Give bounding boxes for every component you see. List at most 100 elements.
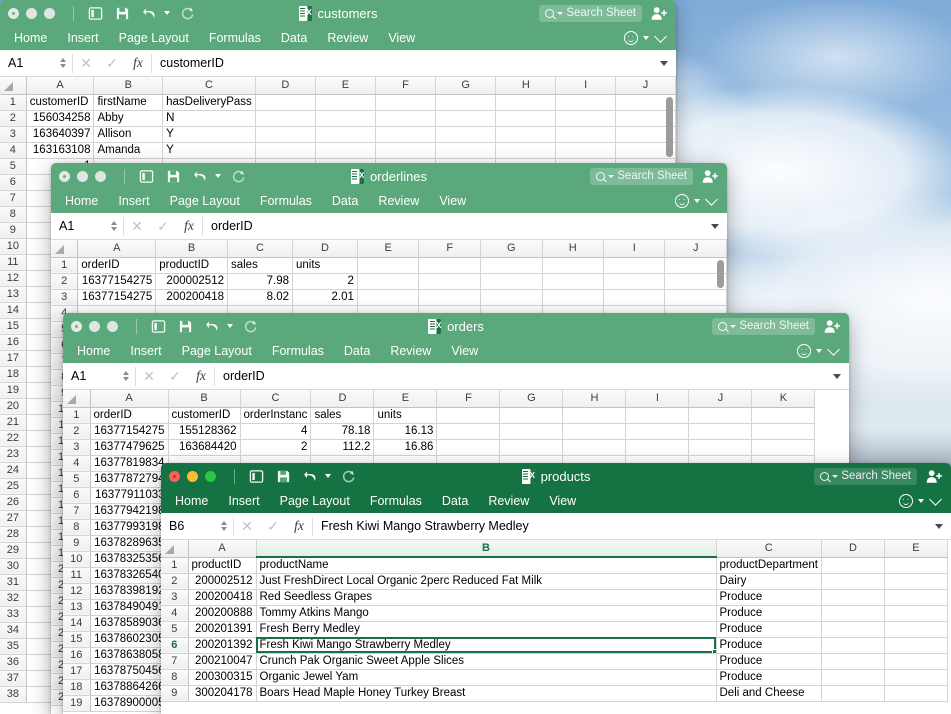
cell-D4[interactable] bbox=[821, 605, 884, 621]
formula-expand-icon[interactable] bbox=[833, 374, 841, 379]
cell-G3[interactable] bbox=[480, 289, 542, 305]
table-row[interactable]: 1productIDproductNameproductDepartment bbox=[161, 557, 947, 573]
row-header-7[interactable]: 7 bbox=[161, 653, 188, 669]
cell-A11[interactable]: 16378326540 bbox=[90, 567, 168, 583]
cell-D2[interactable]: 78.18 bbox=[311, 423, 374, 439]
select-all-corner[interactable] bbox=[63, 390, 90, 407]
column-header-H[interactable]: H bbox=[496, 77, 556, 94]
column-header-F[interactable]: F bbox=[437, 390, 500, 407]
cell-A9[interactable]: 300204178 bbox=[188, 685, 256, 701]
cell-A13[interactable]: 16378490491 bbox=[90, 599, 168, 615]
table-row[interactable]: 9300204178Boars Head Maple Honey Turkey … bbox=[161, 685, 947, 701]
cell-D1[interactable]: units bbox=[293, 257, 358, 273]
cell-H1[interactable] bbox=[542, 257, 604, 273]
save-icon[interactable] bbox=[176, 317, 195, 336]
cell-A6[interactable]: 16377911033 bbox=[90, 487, 168, 503]
undo-icon[interactable] bbox=[203, 317, 222, 336]
row-header-15[interactable]: 15 bbox=[0, 318, 26, 334]
confirm-entry-icon[interactable]: ✓ bbox=[260, 518, 286, 535]
row-header-33[interactable]: 33 bbox=[0, 606, 26, 622]
tab-view[interactable]: View bbox=[429, 194, 476, 208]
row-header-8[interactable]: 8 bbox=[0, 206, 26, 222]
maximize-button[interactable] bbox=[95, 171, 106, 182]
ribbon-collapse-icon[interactable] bbox=[929, 493, 942, 506]
cell-E1[interactable]: units bbox=[374, 407, 437, 423]
row-header-17[interactable]: 17 bbox=[63, 663, 90, 679]
cell-I3[interactable] bbox=[556, 126, 616, 142]
row-header-1[interactable]: 1 bbox=[161, 557, 188, 573]
cancel-entry-icon[interactable]: ✕ bbox=[73, 55, 99, 72]
cell-F4[interactable] bbox=[376, 142, 436, 158]
tab-insert[interactable]: Insert bbox=[108, 194, 159, 208]
row-header-3[interactable]: 3 bbox=[0, 126, 26, 142]
name-box-stepper[interactable] bbox=[111, 221, 117, 231]
undo-icon[interactable] bbox=[140, 4, 159, 23]
cell-B2[interactable]: 155128362 bbox=[168, 423, 240, 439]
column-header-D[interactable]: D bbox=[311, 390, 374, 407]
row-header-14[interactable]: 14 bbox=[0, 302, 26, 318]
cell-B1[interactable]: productName bbox=[256, 557, 716, 573]
window-controls-customers[interactable] bbox=[8, 8, 55, 19]
cell-F1[interactable] bbox=[376, 94, 436, 110]
cell-I3[interactable] bbox=[604, 289, 665, 305]
cell-G1[interactable] bbox=[500, 407, 563, 423]
row-header-3[interactable]: 3 bbox=[51, 289, 78, 305]
cell-B7[interactable]: Crunch Pak Organic Sweet Apple Slices bbox=[256, 653, 716, 669]
tab-review[interactable]: Review bbox=[368, 194, 429, 208]
insert-function-icon[interactable]: fx bbox=[176, 218, 202, 234]
row-header-6[interactable]: 6 bbox=[161, 637, 188, 653]
undo-icon[interactable] bbox=[301, 467, 320, 486]
share-add-user-icon[interactable] bbox=[824, 319, 841, 334]
tab-formulas[interactable]: Formulas bbox=[360, 494, 432, 508]
smiley-dropdown-icon[interactable] bbox=[816, 349, 822, 353]
close-button[interactable] bbox=[8, 8, 19, 19]
column-header-C[interactable]: C bbox=[716, 540, 821, 557]
row-header-22[interactable]: 22 bbox=[0, 430, 26, 446]
search-sheet-box-customers[interactable]: Search Sheet bbox=[539, 5, 642, 22]
column-header-G[interactable]: G bbox=[500, 390, 563, 407]
cell-A12[interactable]: 16378398192 bbox=[90, 583, 168, 599]
select-all-corner[interactable] bbox=[0, 77, 26, 94]
column-header-C[interactable]: C bbox=[240, 390, 311, 407]
cell-A18[interactable]: 16378864266 bbox=[90, 679, 168, 695]
column-header-E[interactable]: E bbox=[357, 240, 419, 257]
column-header-H[interactable]: H bbox=[563, 390, 626, 407]
name-box-orders[interactable]: A1 bbox=[63, 363, 135, 389]
cell-F2[interactable] bbox=[376, 110, 436, 126]
cell-A4[interactable]: 200200888 bbox=[188, 605, 256, 621]
cell-C8[interactable]: Produce bbox=[716, 669, 821, 685]
row-header-19[interactable]: 19 bbox=[0, 382, 26, 398]
insert-function-icon[interactable]: fx bbox=[125, 55, 151, 71]
row-header-20[interactable]: 20 bbox=[0, 398, 26, 414]
formula-expand-icon[interactable] bbox=[711, 224, 719, 229]
cell-I2[interactable] bbox=[626, 423, 689, 439]
column-header-A[interactable]: A bbox=[26, 77, 94, 94]
cell-B6[interactable]: Fresh Kiwi Mango Strawberry Medley bbox=[256, 637, 716, 653]
cell-F3[interactable] bbox=[419, 289, 481, 305]
cell-I1[interactable] bbox=[626, 407, 689, 423]
column-header-I[interactable]: I bbox=[556, 77, 616, 94]
cell-B3[interactable]: 200200418 bbox=[156, 289, 228, 305]
cell-E6[interactable] bbox=[884, 637, 947, 653]
smiley-dropdown-icon[interactable] bbox=[694, 199, 700, 203]
cell-A6[interactable]: 200201392 bbox=[188, 637, 256, 653]
cell-B8[interactable]: Organic Jewel Yam bbox=[256, 669, 716, 685]
cell-B3[interactable]: Red Seedless Grapes bbox=[256, 589, 716, 605]
row-header-5[interactable]: 5 bbox=[0, 158, 26, 174]
select-all-corner[interactable] bbox=[51, 240, 78, 257]
row-header-10[interactable]: 10 bbox=[63, 551, 90, 567]
undo-dropdown-icon[interactable] bbox=[227, 324, 233, 328]
vertical-scrollbar-orderlines[interactable] bbox=[717, 260, 724, 288]
column-header-D[interactable]: D bbox=[821, 540, 884, 557]
cell-H2[interactable] bbox=[542, 273, 604, 289]
cell-D1[interactable] bbox=[255, 94, 315, 110]
cell-E7[interactable] bbox=[884, 653, 947, 669]
column-header-D[interactable]: D bbox=[293, 240, 358, 257]
column-header-H[interactable]: H bbox=[542, 240, 604, 257]
search-dropdown-icon[interactable] bbox=[832, 475, 838, 478]
tab-data[interactable]: Data bbox=[322, 194, 368, 208]
cell-A15[interactable]: 16378602305 bbox=[90, 631, 168, 647]
share-add-user-icon[interactable] bbox=[926, 469, 943, 484]
column-header-I[interactable]: I bbox=[626, 390, 689, 407]
cell-F1[interactable] bbox=[437, 407, 500, 423]
